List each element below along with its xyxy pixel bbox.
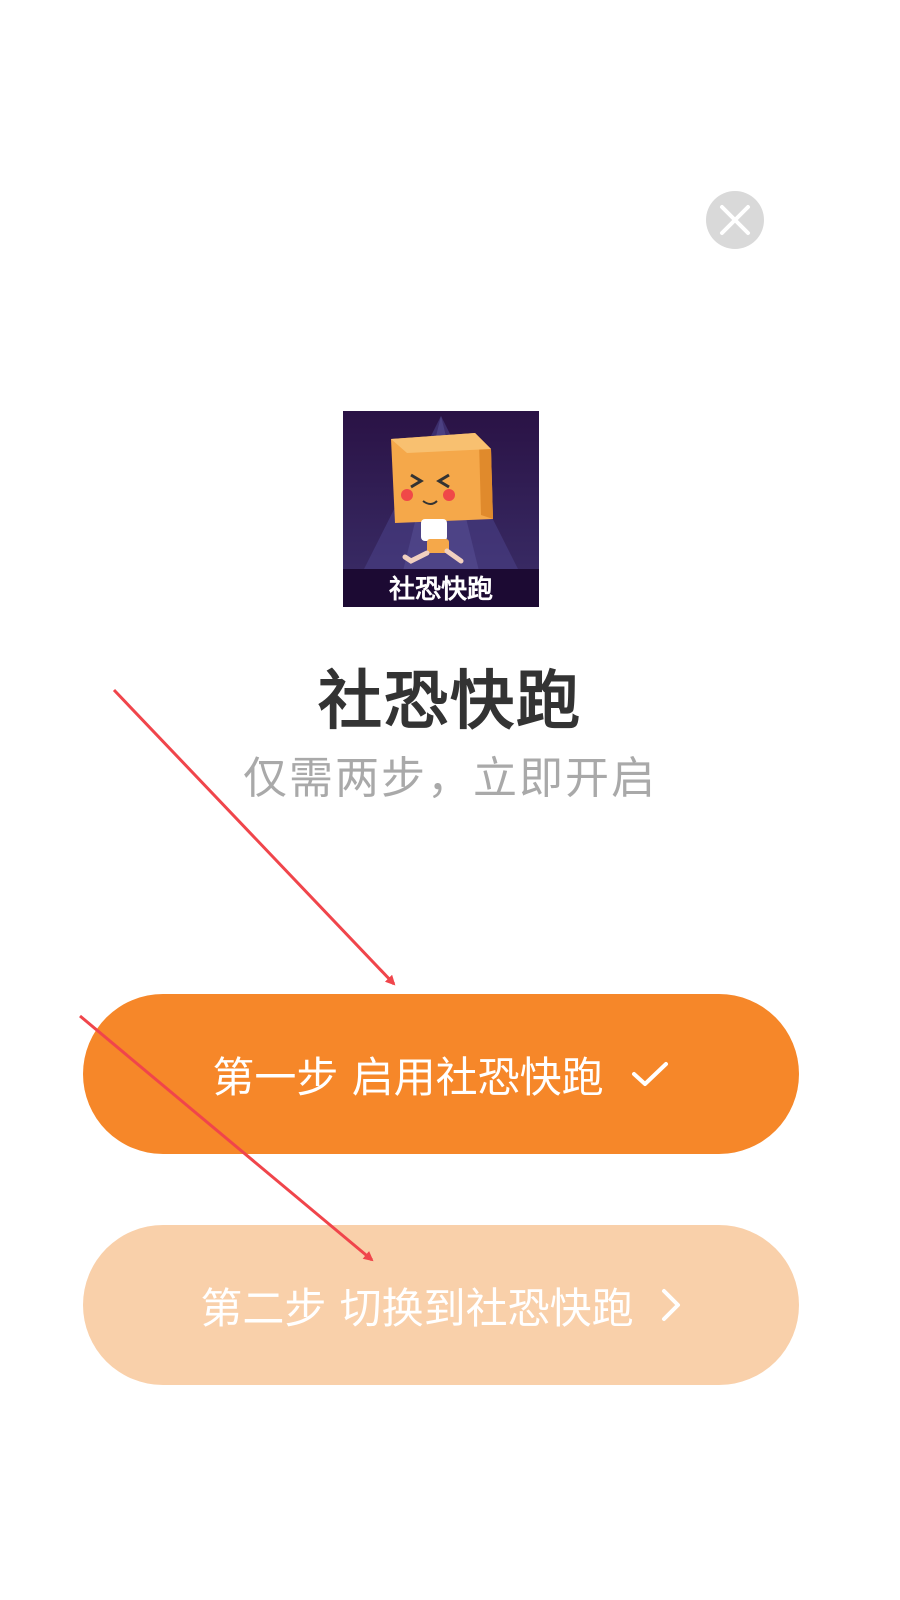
close-icon — [720, 205, 750, 235]
app-icon-text: 社恐快跑 — [389, 574, 493, 605]
subtitle: 仅需两步，立即开启 — [243, 753, 657, 804]
chevron-right-icon — [660, 1287, 682, 1323]
app-title: 社恐快跑 — [318, 665, 582, 739]
close-button[interactable] — [706, 191, 764, 249]
app-icon: 社恐快跑 — [343, 411, 539, 607]
step-two-button[interactable]: 第二步 切换到社恐快跑 — [83, 1225, 799, 1385]
step-one-button[interactable]: 第一步 启用社恐快跑 — [83, 994, 799, 1154]
step-two-label: 第二步 切换到社恐快跑 — [200, 1283, 634, 1333]
checkmark-icon — [630, 1059, 670, 1089]
step-one-label: 第一步 启用社恐快跑 — [212, 1052, 604, 1102]
